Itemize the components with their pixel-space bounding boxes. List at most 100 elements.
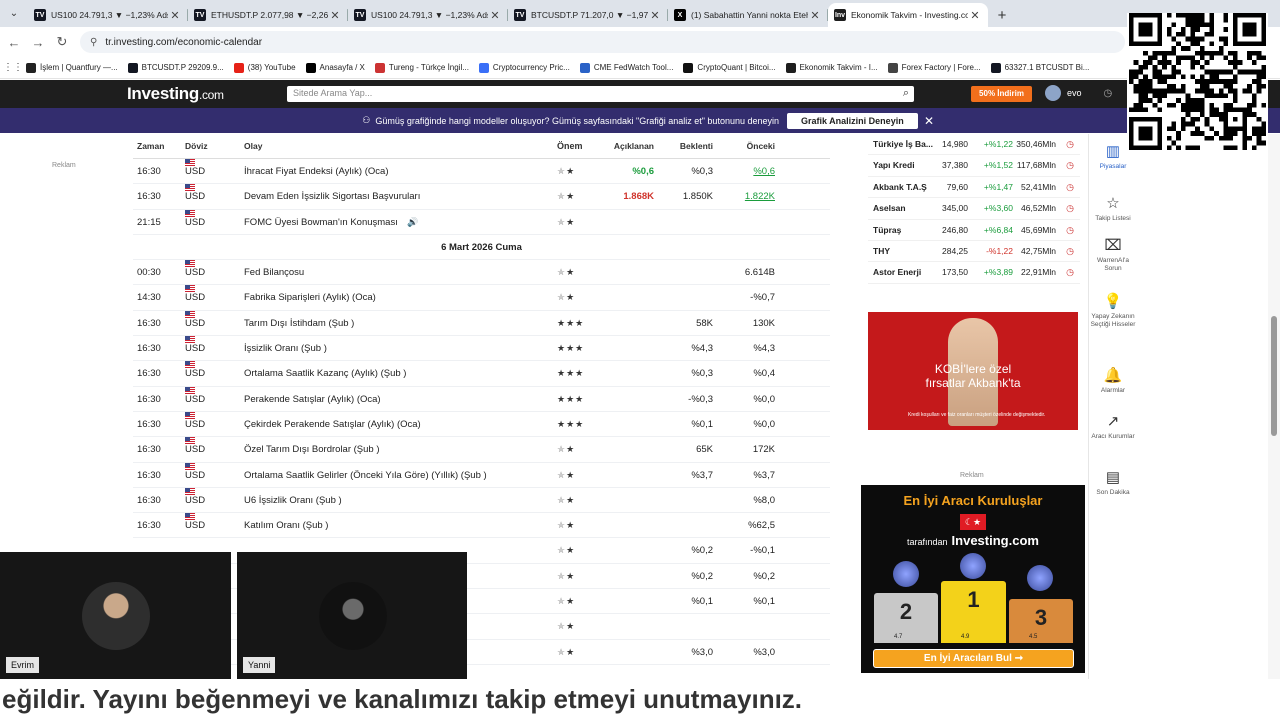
qr-module	[1228, 131, 1233, 136]
bookmark-item[interactable]: Cryptocurrency Pric...	[478, 62, 570, 73]
market-name[interactable]: Tüpraş	[873, 220, 901, 241]
qr-module	[1204, 22, 1210, 28]
qr-module	[1133, 60, 1139, 65]
forecast-value: %0,2	[691, 570, 713, 582]
market-name[interactable]: Türkiye İş Ba...	[873, 134, 933, 155]
bookmark-item[interactable]: BTCUSDT.P 29209.9...	[127, 62, 224, 73]
tab-search-chevron-icon[interactable]: ⌄	[0, 0, 28, 27]
market-row[interactable]: Yapı Kredi 37,380 +%1,52 117,68Mln ◷	[868, 155, 1080, 177]
market-row[interactable]: Tüpraş 246,80 +%6,84 45,69Mln ◷	[868, 220, 1080, 241]
tab-close-icon[interactable]: ✕	[328, 9, 342, 22]
back-arrow-icon[interactable]: ←	[2, 35, 26, 50]
qr-module	[1223, 145, 1229, 150]
url-field[interactable]: ⚲ tr.investing.com/economic-calendar	[80, 31, 1125, 53]
site-search-input[interactable]: Sitede Arama Yap... ⌕	[287, 86, 914, 102]
akbank-ad[interactable]: KOBİ'lere özel fırsatlar Akbank'ta Kredi…	[868, 312, 1078, 430]
sidebar-tool-5[interactable]: ↗ Aracı Kurumlar	[1089, 414, 1137, 441]
tab-title: Ekonomik Takvim - Investing.co	[851, 10, 968, 20]
event-name[interactable]: Devam Eden İşsizlik Sigortası Başvurular…	[244, 184, 420, 209]
bookmark-item[interactable]: 63327.1 BTCUSDT Bi...	[990, 62, 1089, 73]
tab-close-icon[interactable]: ✕	[808, 9, 822, 22]
qr-module	[1209, 107, 1215, 113]
qr-module	[1171, 36, 1177, 42]
reload-icon[interactable]: ↻	[50, 34, 74, 50]
event-name[interactable]: U6 İşsizlik Oranı (Şub )	[244, 488, 342, 513]
sidebar-tool-2[interactable]: ⌧ WarrenAI'a Sorun	[1089, 238, 1137, 273]
bookmark-item[interactable]: İşlem | Quantfury —...	[26, 62, 118, 73]
qr-module	[1185, 107, 1191, 113]
bookmark-item[interactable]: Forex Factory | Fore...	[887, 62, 981, 73]
event-name[interactable]: Çekirdek Perakende Satışlar (Aylık) (Oca…	[244, 412, 421, 437]
clock-icon[interactable]: ◷	[1104, 88, 1113, 99]
investing-logo[interactable]: Investing.com	[127, 84, 224, 104]
currency-code: USD	[185, 368, 206, 380]
tab-close-icon[interactable]: ✕	[648, 9, 662, 22]
qr-module	[1138, 126, 1153, 141]
close-icon[interactable]: ✕	[924, 114, 934, 128]
event-name[interactable]: Özel Tarım Dışı Bordrolar (Şub )	[244, 437, 380, 462]
new-tab-button[interactable]: +	[988, 3, 1016, 27]
market-name[interactable]: Astor Enerji	[873, 262, 921, 283]
discount-button[interactable]: 50% İndirim	[971, 86, 1032, 102]
trend-icon: ↗	[1106, 413, 1120, 430]
qr-module	[1195, 98, 1200, 103]
tab-close-icon[interactable]: ✕	[488, 9, 502, 22]
market-name[interactable]: Aselsan	[873, 198, 906, 219]
qr-module	[1251, 79, 1257, 84]
event-name[interactable]: Fed Bilançosu	[244, 260, 304, 285]
event-name[interactable]: Fabrika Siparişleri (Aylık) (Oca)	[244, 285, 376, 310]
market-row[interactable]: Aselsan 345,00 +%3,60 46,52Mln ◷	[868, 198, 1080, 220]
market-name[interactable]: THY	[873, 241, 890, 262]
page-scrollbar[interactable]	[1268, 134, 1280, 679]
market-row[interactable]: Akbank T.A.Ş 79,60 +%1,47 52,41Mln ◷	[868, 177, 1080, 199]
tab-close-icon[interactable]: ✕	[168, 9, 182, 22]
qr-module	[1251, 145, 1257, 150]
bookmark-item[interactable]: CME FedWatch Tool...	[579, 62, 673, 73]
browser-tab[interactable]: TV US100 24.791,3 ▼ −1,23% Adsız ✕	[348, 3, 508, 27]
bookmark-item[interactable]: CryptoQuant | Bitcoi...	[683, 62, 776, 73]
find-brokers-button[interactable]: En İyi Aracıları Bul ➞	[873, 649, 1074, 668]
market-name[interactable]: Yapı Kredi	[873, 155, 915, 176]
event-time: 16:30	[137, 418, 161, 430]
event-name[interactable]: Ortalama Saatlik Kazanç (Aylık) (Şub )	[244, 361, 406, 386]
qr-module	[1195, 88, 1200, 94]
market-row[interactable]: Astor Enerji 173,50 +%3,89 22,91Mln ◷	[868, 262, 1080, 284]
sidebar-tool-6[interactable]: ▤ Son Dakika	[1089, 470, 1137, 497]
market-name[interactable]: Akbank T.A.Ş	[873, 177, 927, 198]
market-row[interactable]: Türkiye İş Ba... 14,980 +%1,22 350,46Mln ◷	[868, 134, 1080, 156]
browser-tab[interactable]: TV US100 24.791,3 ▼ −1,23% Adsız ✕	[28, 3, 188, 27]
forward-arrow-icon[interactable]: →	[26, 35, 50, 50]
event-name[interactable]: FOMC Üyesi Bowman'ın Konuşması	[244, 210, 398, 235]
bookmark-item[interactable]: (38) YouTube	[233, 62, 296, 73]
qr-module	[1166, 83, 1172, 89]
sidebar-tool-3[interactable]: 💡 Yapay Zekanın Seçtiği Hisseler	[1089, 294, 1137, 329]
brokers-ad[interactable]: En İyi Aracı Kuruluşlar ☾★ tarafından Inv…	[861, 485, 1085, 673]
market-row[interactable]: THY 284,25 -%1,22 42,75Mln ◷	[868, 241, 1080, 263]
sidebar-tool-4[interactable]: 🔔 Alarmlar	[1089, 368, 1137, 395]
speaker-icon[interactable]: 🔊	[407, 210, 418, 235]
scrollbar-thumb[interactable]	[1271, 316, 1277, 436]
tab-close-icon[interactable]: ✕	[968, 9, 982, 22]
browser-tab[interactable]: TV BTCUSDT.P 71.207,0 ▼ −1,97% ✕	[508, 3, 668, 27]
bookmark-item[interactable]: Ekonomik Takvim - I...	[785, 62, 878, 73]
event-name[interactable]: Ortalama Saatlik Gelirler (Önceki Yıla G…	[244, 463, 487, 488]
event-name[interactable]: İhracat Fiyat Endeksi (Aylık) (Oca)	[244, 159, 388, 184]
apps-grid-icon[interactable]: ⋮⋮	[0, 62, 26, 73]
bookmark-item[interactable]: Anasayfa / X	[305, 62, 365, 73]
browser-tab[interactable]: Inv Ekonomik Takvim - Investing.co ✕	[828, 3, 988, 27]
event-name[interactable]: Perakende Satışlar (Aylık) (Oca)	[244, 387, 381, 412]
qr-module	[1195, 79, 1200, 84]
browser-tab[interactable]: TV ETHUSDT.P 2.077,98 ▼ −2,26% ✕	[188, 3, 348, 27]
search-icon[interactable]: ⌕	[903, 87, 909, 100]
actual-value: 1.868K	[623, 191, 654, 203]
event-name[interactable]: İşsizlik Oranı (Şub )	[244, 336, 327, 361]
event-name[interactable]: Tarım Dışı İstihdam (Şub )	[244, 311, 354, 336]
browser-tab[interactable]: X (1) Sabahattin Yanni nokta Eteh ✕	[668, 3, 828, 27]
chart-analysis-button[interactable]: Grafik Analizini Deneyin	[787, 112, 918, 129]
event-name[interactable]: Katılım Oranı (Şub )	[244, 513, 328, 538]
sidebar-tool-1[interactable]: ☆ Takip Listesi	[1089, 196, 1137, 223]
user-menu[interactable]: evo ◷	[1045, 85, 1112, 101]
star-icon: ☆	[1106, 195, 1120, 212]
bookmark-item[interactable]: Tureng - Türkçe İngil...	[374, 62, 469, 73]
site-info-icon[interactable]: ⚲	[90, 37, 97, 48]
